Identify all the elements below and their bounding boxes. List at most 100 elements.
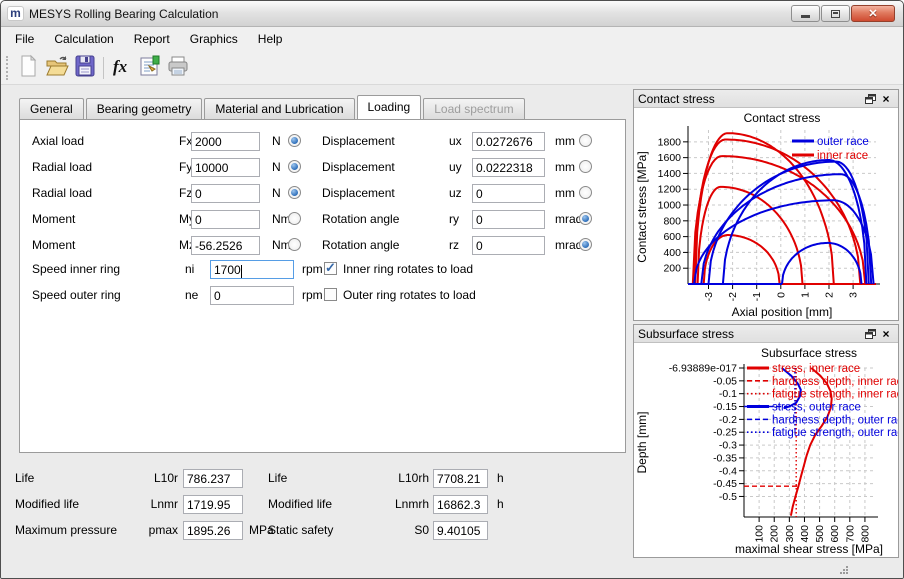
L10rh-value[interactable]: [433, 469, 488, 488]
tab-load-spectrum[interactable]: Load spectrum: [423, 98, 524, 119]
svg-text:stress, inner race: stress, inner race: [772, 363, 860, 375]
ry-input[interactable]: [472, 210, 545, 229]
menu-item-help[interactable]: Help: [248, 28, 293, 50]
S0-value[interactable]: [433, 521, 488, 540]
pmax-value[interactable]: [183, 521, 243, 540]
Fx-radio[interactable]: [288, 134, 301, 147]
ux-radio[interactable]: [579, 134, 592, 147]
svg-text:-0.3: -0.3: [719, 440, 737, 452]
rz-input[interactable]: [472, 236, 545, 255]
tab-material-and-lubrication[interactable]: Material and Lubrication: [204, 98, 354, 119]
Mz-radio[interactable]: [288, 238, 301, 251]
tab-loading[interactable]: Loading: [357, 95, 422, 119]
menu-item-graphics[interactable]: Graphics: [180, 28, 248, 50]
svg-text:2: 2: [824, 292, 836, 298]
Fz-input[interactable]: [191, 184, 260, 203]
svg-text:stress, outer race: stress, outer race: [772, 402, 861, 414]
svg-text:-1: -1: [751, 292, 763, 301]
ni-rotation-checkbox[interactable]: [324, 262, 337, 275]
svg-text:300: 300: [784, 525, 796, 543]
uz-radio[interactable]: [579, 186, 592, 199]
ry-radio[interactable]: [579, 212, 592, 225]
menu-item-file[interactable]: File: [5, 28, 44, 50]
dock-panel-header[interactable]: Subsurface stress ×: [634, 325, 898, 343]
dock-panel-title: Subsurface stress: [638, 327, 862, 341]
result-label: Life: [268, 471, 287, 485]
Fz-radio[interactable]: [288, 186, 301, 199]
ne-input[interactable]: [210, 286, 294, 305]
ne-rotation-checkbox[interactable]: [324, 288, 337, 301]
Lnmrh-value[interactable]: [433, 495, 488, 514]
checkbox-label: Outer ring rotates to load: [343, 288, 476, 302]
uy-input[interactable]: [472, 158, 545, 177]
field-unit: N: [272, 134, 281, 148]
resize-grip[interactable]: [839, 565, 849, 575]
result-symbol: S0: [371, 523, 429, 537]
field-symbol: uz: [449, 186, 462, 200]
Fx-input[interactable]: [191, 132, 260, 151]
My-radio[interactable]: [288, 212, 301, 225]
title-bar[interactable]: m MESYS Rolling Bearing Calculation ✕: [1, 1, 903, 27]
uy-radio[interactable]: [579, 160, 592, 173]
close-panel-icon[interactable]: ×: [878, 327, 894, 341]
minimize-button[interactable]: [791, 5, 820, 22]
ux-input[interactable]: [472, 132, 545, 151]
form-row: MomentMzNmRotation anglerzmrad: [20, 236, 625, 258]
field-symbol: ni: [185, 262, 194, 276]
float-panel-icon[interactable]: [862, 92, 878, 106]
L10r-value[interactable]: [183, 469, 243, 488]
subsurface-stress-chart: -6.93889e-017-0.05-0.1-0.15-0.2-0.25-0.3…: [634, 343, 898, 557]
field-symbol: rz: [449, 238, 459, 252]
result-label: Modified life: [268, 497, 332, 511]
float-panel-icon[interactable]: [862, 327, 878, 341]
tab-bar: GeneralBearing geometryMaterial and Lubr…: [19, 98, 527, 119]
svg-text:-0.45: -0.45: [713, 478, 737, 490]
svg-text:Contact stress: Contact stress: [744, 111, 821, 125]
form-row: MomentMyNmRotation anglerymrad: [20, 210, 625, 232]
svg-text:3: 3: [848, 292, 860, 298]
main-content: GeneralBearing geometryMaterial and Lubr…: [1, 85, 903, 561]
svg-text:fatigue strength, inner race: fatigue strength, inner race: [772, 389, 898, 401]
toolbar-drag-handle[interactable]: [6, 56, 10, 80]
tab-bearing-geometry[interactable]: Bearing geometry: [86, 98, 203, 119]
My-input[interactable]: [191, 210, 260, 229]
close-panel-icon[interactable]: ×: [878, 92, 894, 106]
ni-input[interactable]: [210, 260, 294, 279]
text-caret: [241, 265, 242, 278]
svg-text:Subsurface stress: Subsurface stress: [761, 346, 857, 360]
result-symbol: L10r: [121, 471, 178, 485]
open-file-button[interactable]: [43, 54, 71, 82]
svg-text:800: 800: [859, 525, 871, 543]
Fy-radio[interactable]: [288, 160, 301, 173]
field-unit: mm: [555, 160, 575, 174]
field-label: Axial load: [32, 134, 84, 148]
save-file-icon: [73, 53, 97, 82]
field-label: Rotation angle: [322, 238, 399, 252]
maximize-button[interactable]: [821, 5, 850, 22]
toolbar-separator: [103, 57, 104, 79]
result-label: Life: [15, 471, 34, 485]
rz-radio[interactable]: [579, 238, 592, 251]
report-preview-button[interactable]: [136, 54, 164, 82]
close-button[interactable]: ✕: [851, 5, 895, 22]
print-button[interactable]: [164, 54, 192, 82]
new-file-button[interactable]: [15, 54, 43, 82]
uz-input[interactable]: [472, 184, 545, 203]
dock-panel-header[interactable]: Contact stress ×: [634, 90, 898, 108]
svg-text:-0.1: -0.1: [719, 388, 737, 400]
Lnmr-value[interactable]: [183, 495, 243, 514]
field-label: Moment: [32, 212, 75, 226]
menu-item-report[interactable]: Report: [124, 28, 180, 50]
Mz-input[interactable]: [191, 236, 260, 255]
minimize-icon: [801, 15, 810, 18]
formulas-button[interactable]: fx: [108, 54, 136, 82]
result-row: Modified lifeLnmrModified lifeLnmrhh: [1, 494, 641, 516]
svg-text:hardness depth, outer race: hardness depth, outer race: [772, 414, 898, 426]
contact-stress-chart: 20040060080010001200140016001800-3-2-101…: [634, 108, 898, 320]
tab-general[interactable]: General: [19, 98, 84, 119]
svg-text:200: 200: [663, 263, 681, 275]
menu-item-calculation[interactable]: Calculation: [44, 28, 123, 50]
save-file-button[interactable]: [71, 54, 99, 82]
Fy-input[interactable]: [191, 158, 260, 177]
svg-text:1: 1: [799, 292, 811, 298]
